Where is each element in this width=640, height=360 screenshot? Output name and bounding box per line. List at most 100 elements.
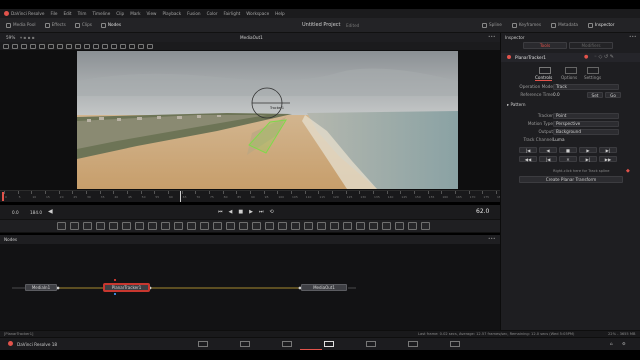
go-to-start-button[interactable]: ⏮ <box>218 209 223 215</box>
lock-tool-icon[interactable] <box>48 43 54 49</box>
color-page-icon[interactable] <box>366 341 376 347</box>
settings-tool-icon[interactable] <box>147 43 153 49</box>
edit-page-icon[interactable] <box>282 341 292 347</box>
render-start-field[interactable]: 0.0 <box>12 210 19 215</box>
inspector-more-icon[interactable]: ••• <box>629 34 636 39</box>
transform-node-tool-icon[interactable] <box>187 222 196 230</box>
prender-tool-icon[interactable] <box>356 222 365 230</box>
menu-fairlight[interactable]: Fairlight <box>224 11 241 16</box>
tracker-dropdown[interactable]: Point <box>553 113 619 119</box>
viewer[interactable]: Tracker1 <box>0 50 500 190</box>
background-tool-icon[interactable] <box>57 222 66 230</box>
text3d-tool-icon[interactable] <box>369 222 378 230</box>
paint-tool-icon[interactable] <box>70 222 79 230</box>
merge-tool-icon[interactable] <box>122 222 131 230</box>
step-forward-button[interactable]: ▶▶ <box>599 156 617 162</box>
tool-color-icon[interactable]: ● <box>584 54 588 60</box>
inspector-button[interactable]: Inspector <box>587 22 614 28</box>
step-back-button[interactable]: ◀◀ <box>519 156 537 162</box>
node-media-out[interactable]: MediaOut1 <box>301 284 347 291</box>
track-to-end-button[interactable]: ▶| <box>599 147 617 153</box>
select-tool-icon[interactable] <box>3 43 9 49</box>
go-button[interactable]: Go <box>605 92 621 98</box>
text-tool-icon[interactable] <box>83 222 92 230</box>
track-to-start-button[interactable]: |◀ <box>519 147 537 153</box>
spline-button[interactable]: Spline <box>482 22 502 28</box>
create-planar-transform-button[interactable]: Create Planar Transform <box>519 176 623 183</box>
cut-page-icon[interactable] <box>240 341 250 347</box>
corner-pin-tool-icon[interactable] <box>129 43 135 49</box>
track-channel-value[interactable]: Luma <box>553 137 565 142</box>
pattern-section[interactable]: ▸ Pattern <box>507 102 526 107</box>
tracker-tool-icon[interactable] <box>395 222 404 230</box>
color-corrector-tool-icon[interactable] <box>135 222 144 230</box>
resize-tool-icon[interactable] <box>200 222 209 230</box>
subtab-options[interactable]: Options <box>561 75 577 80</box>
shape-tool-icon[interactable] <box>39 43 45 49</box>
track-stop-button[interactable]: ■ <box>559 147 577 153</box>
menu-fusion[interactable]: Fusion <box>187 11 200 16</box>
merge3d-tool-icon[interactable] <box>278 222 287 230</box>
rectangle-mask-tool-icon[interactable] <box>226 222 235 230</box>
effects-button[interactable]: Effects <box>44 22 66 28</box>
fairlight-page-icon[interactable] <box>408 341 418 347</box>
trim-forward-button[interactable]: ▶| <box>579 156 597 162</box>
pemitter-tool-icon[interactable] <box>343 222 352 230</box>
go-to-end-button[interactable]: ⏭ <box>259 209 264 215</box>
refine-tool-icon[interactable] <box>111 43 117 49</box>
subtab-settings[interactable]: Settings <box>584 75 601 80</box>
polygon-tool-icon[interactable] <box>84 43 90 49</box>
renderer3d-tool-icon[interactable] <box>317 222 326 230</box>
crop-tool-icon[interactable] <box>213 222 222 230</box>
play-reverse-button[interactable]: ◀ <box>229 209 233 215</box>
subtab-controls[interactable]: Controls <box>535 75 553 81</box>
menu-workspace[interactable]: Workspace <box>246 11 269 16</box>
menu-color[interactable]: Color <box>207 11 218 16</box>
clips-button[interactable]: Clips <box>74 22 92 28</box>
menu-edit[interactable]: Edit <box>63 11 71 16</box>
menu-mark[interactable]: Mark <box>130 11 140 16</box>
track-forward-button[interactable]: ▶ <box>579 147 597 153</box>
options-tab-icon[interactable] <box>565 67 577 74</box>
planar-tracker-tool-icon[interactable] <box>408 222 417 230</box>
magnet-tool-icon[interactable] <box>75 43 81 49</box>
reset-tool-icon[interactable] <box>93 43 99 49</box>
brush-tool-icon[interactable] <box>30 43 36 49</box>
trim-back-button[interactable]: |◀ <box>539 156 557 162</box>
gradient-tool-icon[interactable] <box>96 222 105 230</box>
track-spline-hint[interactable]: Right-click here for Track spline <box>553 169 609 173</box>
camera3d-tool-icon[interactable] <box>291 222 300 230</box>
tracker-overlay[interactable] <box>0 50 500 190</box>
settings-tab-icon[interactable] <box>587 67 599 74</box>
menu-trim[interactable]: Trim <box>78 11 87 16</box>
menu-view[interactable]: View <box>147 11 157 16</box>
viewer-options-icon[interactable]: ▾ ▪ ▪ ▪ <box>20 35 35 40</box>
motion-type-dropdown[interactable]: Perspective <box>553 121 619 127</box>
tool-enable-icon[interactable] <box>507 55 511 59</box>
fast-noise-tool-icon[interactable] <box>109 222 118 230</box>
play-button[interactable]: ▶ <box>249 209 253 215</box>
fusion-page-icon[interactable] <box>324 341 334 347</box>
playhead[interactable] <box>180 191 181 202</box>
stabilize-tool-icon[interactable] <box>138 43 144 49</box>
nodes-button[interactable]: Nodes <box>100 22 121 28</box>
polygon-mask-tool-icon[interactable] <box>252 222 261 230</box>
viewer-more-icon[interactable]: ••• <box>488 34 495 39</box>
tab-modifiers[interactable]: Modifiers <box>569 42 613 49</box>
zoom-dropdown[interactable]: 59% <box>6 35 15 40</box>
output-dropdown[interactable]: Background <box>553 129 619 135</box>
image-plane-tool-icon[interactable] <box>382 222 391 230</box>
keyframes-button[interactable]: Keyframes <box>511 22 541 28</box>
tool-options-icons[interactable]: ◦ ◇ ↺ ✎ <box>594 54 614 60</box>
menu-help[interactable]: Help <box>275 11 285 16</box>
node-media-in[interactable]: MediaIn1 <box>25 284 57 291</box>
tab-tools[interactable]: Tools <box>523 42 567 49</box>
time-ruler[interactable]: 0 5 10 15 20 25 30 35 40 45 50 55 60 65 70 75 80 85 90 95 10… <box>0 190 503 202</box>
controls-tab-icon[interactable] <box>539 67 551 74</box>
stop-button[interactable]: ■ <box>238 209 243 215</box>
render-end-field[interactable]: 184.0 <box>30 210 42 215</box>
menu-timeline[interactable]: Timeline <box>92 11 110 16</box>
pattern-tool-icon[interactable] <box>120 43 126 49</box>
brightness-tool-icon[interactable] <box>148 222 157 230</box>
set-button[interactable]: Set <box>587 92 603 98</box>
